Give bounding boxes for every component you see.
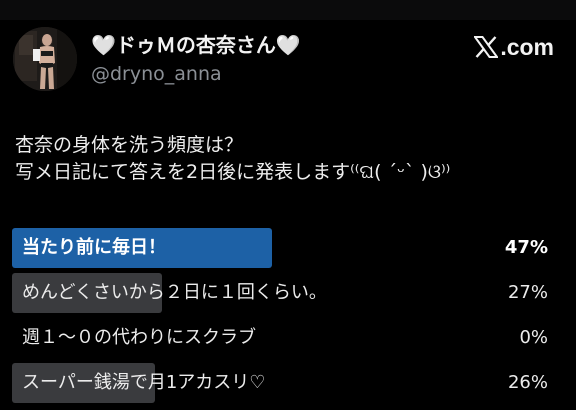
poll-option-label: 週１〜０の代わりにスクラブ xyxy=(22,327,256,348)
tweet-line: 杏奈の身体を洗う頻度は？ xyxy=(15,134,244,156)
poll: 当たり前に毎日！ 47% めんどくさいから２日に１回くらい。 27% 週１〜０の… xyxy=(12,228,552,408)
poll-option-percent: 27% xyxy=(507,282,548,303)
tweet-line: 写メ日記にて答えを2日後に発表します⁽⁽ଘ( ˊᵕˋ )ଓ⁾⁾ xyxy=(15,161,451,183)
poll-option-label: 当たり前に毎日！ xyxy=(22,237,166,258)
poll-option[interactable]: 週１〜０の代わりにスクラブ 0% xyxy=(12,318,552,358)
avatar[interactable] xyxy=(13,27,77,91)
display-name[interactable]: 🤍ドゥＭの杏奈さん🤍 xyxy=(91,31,301,59)
poll-option-percent: 47% xyxy=(504,237,548,258)
tweet-text: 杏奈の身体を洗う頻度は？ 写メ日記にて答えを2日後に発表します⁽⁽ଘ( ˊᵕˋ … xyxy=(15,132,450,186)
account-handle[interactable]: @dryno_anna xyxy=(91,62,222,86)
poll-option[interactable]: 当たり前に毎日！ 47% xyxy=(12,228,552,268)
poll-option-percent: 0% xyxy=(519,327,548,348)
brand-label: .com xyxy=(500,34,554,60)
poll-option-percent: 26% xyxy=(507,372,548,393)
poll-option[interactable]: スーパー銭湯で月1アカスリ♡ 26% xyxy=(12,363,552,403)
poll-option-label: スーパー銭湯で月1アカスリ♡ xyxy=(22,372,266,393)
top-bar xyxy=(0,0,576,20)
poll-option[interactable]: めんどくさいから２日に１回くらい。 27% xyxy=(12,273,552,313)
x-logo-icon xyxy=(474,36,499,58)
poll-option-label: めんどくさいから２日に１回くらい。 xyxy=(22,282,327,303)
avatar-photo xyxy=(13,27,77,91)
brand-link[interactable]: .com xyxy=(474,33,554,61)
